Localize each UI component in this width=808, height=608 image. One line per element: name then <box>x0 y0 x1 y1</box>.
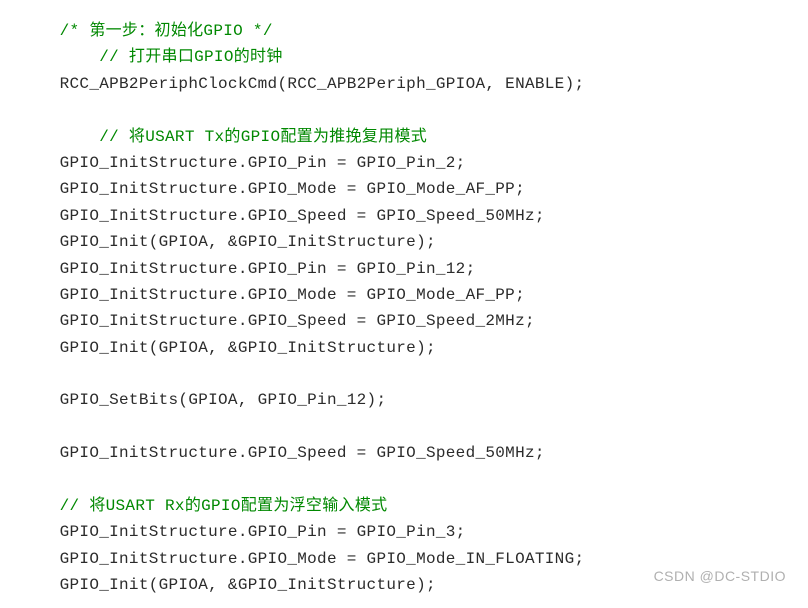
code-text: RCC_APB2PeriphClockCmd(RCC_APB2Periph_GP… <box>60 75 585 93</box>
code-snippet: /* 第一步：初始化GPIO */ // 打开串口GPIO的时钟 RCC_APB… <box>20 18 788 599</box>
code-line <box>20 414 788 440</box>
code-line <box>20 467 788 493</box>
code-line: GPIO_InitStructure.GPIO_Pin = GPIO_Pin_1… <box>20 256 788 282</box>
code-text: GPIO_Init(GPIOA, &GPIO_InitStructure); <box>60 339 436 357</box>
code-line: GPIO_Init(GPIOA, &GPIO_InitStructure); <box>20 229 788 255</box>
code-line: GPIO_InitStructure.GPIO_Mode = GPIO_Mode… <box>20 546 788 572</box>
code-line: GPIO_SetBits(GPIOA, GPIO_Pin_12); <box>20 387 788 413</box>
code-line: GPIO_InitStructure.GPIO_Pin = GPIO_Pin_3… <box>20 519 788 545</box>
code-text: GPIO_InitStructure.GPIO_Speed = GPIO_Spe… <box>60 312 535 330</box>
code-text: GPIO_InitStructure.GPIO_Mode = GPIO_Mode… <box>60 180 525 198</box>
code-line: GPIO_InitStructure.GPIO_Speed = GPIO_Spe… <box>20 440 788 466</box>
code-line: GPIO_InitStructure.GPIO_Mode = GPIO_Mode… <box>20 282 788 308</box>
code-line: // 将USART Rx的GPIO配置为浮空输入模式 <box>20 493 788 519</box>
code-comment: // 打开串口GPIO的时钟 <box>99 48 282 66</box>
code-line: GPIO_InitStructure.GPIO_Mode = GPIO_Mode… <box>20 176 788 202</box>
code-line: RCC_APB2PeriphClockCmd(RCC_APB2Periph_GP… <box>20 71 788 97</box>
code-text: GPIO_InitStructure.GPIO_Pin = GPIO_Pin_2… <box>60 154 466 172</box>
code-line: // 将USART Tx的GPIO配置为推挽复用模式 <box>20 124 788 150</box>
code-line: GPIO_Init(GPIOA, &GPIO_InitStructure); <box>20 572 788 598</box>
code-comment: // 将USART Rx的GPIO配置为浮空输入模式 <box>60 497 388 515</box>
code-line: GPIO_Init(GPIOA, &GPIO_InitStructure); <box>20 335 788 361</box>
code-line: // 打开串口GPIO的时钟 <box>20 44 788 70</box>
code-text: GPIO_InitStructure.GPIO_Pin = GPIO_Pin_1… <box>60 260 476 278</box>
code-text: GPIO_InitStructure.GPIO_Mode = GPIO_Mode… <box>60 550 585 568</box>
code-text: GPIO_InitStructure.GPIO_Pin = GPIO_Pin_3… <box>60 523 466 541</box>
code-text: GPIO_InitStructure.GPIO_Speed = GPIO_Spe… <box>60 207 545 225</box>
code-text: GPIO_InitStructure.GPIO_Speed = GPIO_Spe… <box>60 444 545 462</box>
code-line: GPIO_InitStructure.GPIO_Speed = GPIO_Spe… <box>20 308 788 334</box>
code-line: GPIO_InitStructure.GPIO_Pin = GPIO_Pin_2… <box>20 150 788 176</box>
code-line <box>20 97 788 123</box>
code-line: /* 第一步：初始化GPIO */ <box>20 18 788 44</box>
code-text: GPIO_SetBits(GPIOA, GPIO_Pin_12); <box>60 391 387 409</box>
code-comment: /* 第一步：初始化GPIO */ <box>60 22 273 40</box>
code-text: GPIO_Init(GPIOA, &GPIO_InitStructure); <box>60 576 436 594</box>
code-text: GPIO_InitStructure.GPIO_Mode = GPIO_Mode… <box>60 286 525 304</box>
code-comment: // 将USART Tx的GPIO配置为推挽复用模式 <box>99 128 427 146</box>
code-text: GPIO_Init(GPIOA, &GPIO_InitStructure); <box>60 233 436 251</box>
code-line <box>20 361 788 387</box>
code-line: GPIO_InitStructure.GPIO_Speed = GPIO_Spe… <box>20 203 788 229</box>
